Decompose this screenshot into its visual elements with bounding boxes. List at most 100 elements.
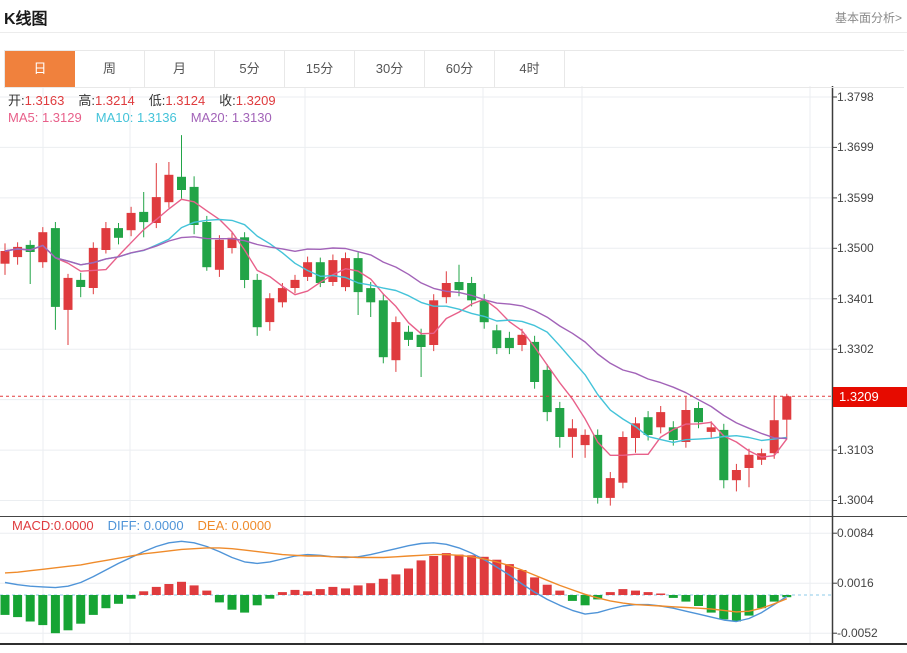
ma5-value: 1.3129 <box>42 110 82 125</box>
macd-bar <box>442 553 451 595</box>
candle-body <box>64 278 73 310</box>
candle-body <box>240 237 249 280</box>
candle-body <box>606 478 615 498</box>
macd-bar <box>770 595 779 602</box>
tab-4hour[interactable]: 4时 <box>495 51 565 87</box>
tab-month[interactable]: 月 <box>145 51 215 87</box>
close-value: 1.3209 <box>236 93 276 108</box>
candle-body <box>89 248 98 288</box>
macd-bar <box>177 582 186 595</box>
macd-label: MACD: <box>12 518 54 533</box>
macd-bar <box>391 574 400 595</box>
ma10-label: MA10: <box>96 110 134 125</box>
macd-bar <box>417 560 426 595</box>
macd-bar <box>694 595 703 606</box>
candle-body <box>618 437 627 483</box>
macd-bar <box>127 595 136 599</box>
ma-legend: MA5: 1.3129 MA10: 1.3136 MA20: 1.3130 <box>8 110 272 125</box>
candle-body <box>341 258 350 287</box>
price-tick-3: 1.3500 <box>837 240 905 256</box>
candle-body <box>51 228 60 307</box>
candle-body <box>76 280 85 287</box>
macd-bar <box>64 595 73 630</box>
macd-bar <box>215 595 224 602</box>
candle-body <box>114 228 123 238</box>
macd-bar <box>89 595 98 615</box>
macd-bar <box>114 595 123 604</box>
macd-bar <box>757 595 766 608</box>
price-tick-6: 1.3103 <box>837 442 905 458</box>
diff-label: DIFF: <box>108 518 141 533</box>
macd-bar <box>404 569 413 596</box>
macd-bar <box>303 591 312 595</box>
macd-bar <box>228 595 237 610</box>
candle-body <box>391 322 400 360</box>
macd-bar <box>732 595 741 622</box>
macd-bar <box>291 590 300 595</box>
macd-bar <box>505 564 514 595</box>
macd-bar <box>202 591 211 595</box>
ohlc-legend: 开:1.3163 高:1.3214 低:1.3124 收:1.3209 <box>8 90 276 109</box>
macd-bar <box>467 555 476 595</box>
macd-value: 0.0000 <box>54 518 94 533</box>
tab-day[interactable]: 日 <box>5 51 75 87</box>
macd-bar <box>240 595 249 613</box>
macd-bar <box>13 595 22 617</box>
candle-body <box>164 175 173 202</box>
macd-bar <box>555 591 564 595</box>
price-tick-5: 1.3302 <box>837 341 905 357</box>
macd-bar <box>606 592 615 595</box>
candle-body <box>505 338 514 348</box>
tab-5min[interactable]: 5分 <box>215 51 285 87</box>
macd-bar <box>152 587 161 595</box>
ma5-label: MA5: <box>8 110 38 125</box>
diff-value: 0.0000 <box>144 518 184 533</box>
candle-body <box>404 332 413 340</box>
tab-60min[interactable]: 60分 <box>425 51 495 87</box>
macd-bar <box>38 595 47 625</box>
candle-body <box>215 240 224 270</box>
macd-bar <box>379 579 388 595</box>
tab-week[interactable]: 周 <box>75 51 145 87</box>
macd-bar <box>354 585 363 595</box>
axes <box>0 86 907 644</box>
macd-bar <box>480 557 489 595</box>
candle-body <box>694 408 703 422</box>
tab-30min[interactable]: 30分 <box>355 51 425 87</box>
candle-body <box>656 412 665 427</box>
dea-value: 0.0000 <box>232 518 272 533</box>
candle-body <box>745 455 754 468</box>
ma20-value: 1.3130 <box>232 110 272 125</box>
tab-15min[interactable]: 15分 <box>285 51 355 87</box>
macd-bar <box>581 595 590 605</box>
macd-bar <box>139 591 148 595</box>
candle-body <box>177 177 186 190</box>
macd-bar <box>341 588 350 595</box>
macd-bar <box>253 595 262 605</box>
candle-body <box>190 187 199 225</box>
dea-label: DEA: <box>198 518 228 533</box>
macd-histogram <box>1 553 792 633</box>
candle-body <box>278 288 287 302</box>
fundamental-analysis-link[interactable]: 基本面分析> <box>835 9 902 26</box>
macd-bar <box>164 584 173 595</box>
close-label: 收: <box>219 93 236 108</box>
price-tick-0: 1.3798 <box>837 89 905 105</box>
candle-body <box>1 251 10 264</box>
macd-bar <box>366 583 375 595</box>
candle-body <box>328 260 337 282</box>
candle-body <box>253 280 262 327</box>
candle-body <box>291 280 300 288</box>
candle-body <box>492 330 501 348</box>
macd-tick-2: -0.0052 <box>837 625 905 641</box>
price-tick-7: 1.3004 <box>837 492 905 508</box>
macd-bar <box>316 589 325 595</box>
macd-bar <box>455 555 464 595</box>
candle-body <box>265 298 274 322</box>
macd-bar <box>265 595 274 599</box>
candle-body <box>202 222 211 267</box>
macd-bar <box>631 591 640 595</box>
candle-body <box>480 300 489 322</box>
candle-body <box>581 435 590 445</box>
macd-bar <box>328 587 337 595</box>
